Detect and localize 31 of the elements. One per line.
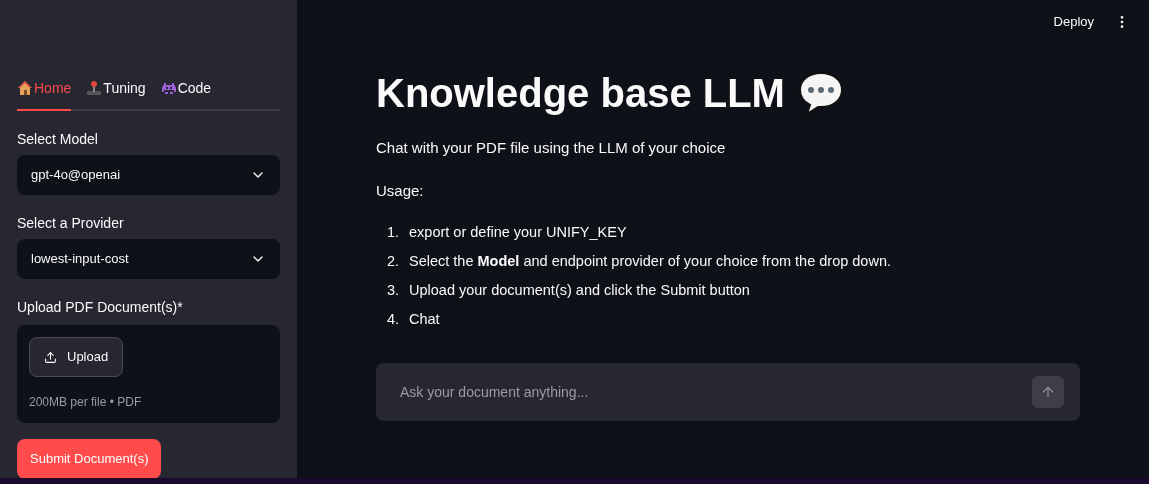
upload-button[interactable]: Upload [29,337,124,377]
house-icon [17,80,33,96]
step-text: export or define your UNIFY_KEY [409,223,627,242]
model-label: Select Model [17,130,99,149]
speech-bubble-icon [796,71,845,115]
send-button[interactable] [1032,376,1064,408]
sidebar-tab[interactable]: Code [160,78,212,111]
step-text: Chat [409,310,440,329]
joystick-icon [86,80,103,96]
upload-hint: 200MB per file • PDF [29,394,142,411]
step-text: Upload your document(s) and click the Submit button [409,281,750,300]
alien-icon [160,80,177,96]
provider-dropdown[interactable]: lowest-input-cost [17,239,280,279]
provider-label: Select a Provider [17,214,125,233]
chat-input[interactable]: Ask your document anything... [400,382,1032,402]
sidebar-tab[interactable]: Tuning [86,78,146,111]
upload-icon [44,350,57,364]
upload-dropzone[interactable]: Upload 200MB per file • PDF [17,325,280,423]
step-number: 4. [385,310,399,329]
model-dropdown[interactable]: gpt-4o@openai [17,155,280,195]
step-number: 1. [385,223,399,242]
step-number: 2. [385,252,399,271]
step-text: Select the Model and endpoint provider of your choice from the drop down. [409,252,891,271]
page-title: Knowledge base LLM [376,73,785,113]
intro-text: Chat with your PDF file using the LLM of your choice [376,138,727,158]
step-number: 3. [385,281,399,300]
usage-heading: Usage: [376,180,425,201]
upload-label: Upload PDF Document(s)* [17,298,184,317]
deploy-button[interactable]: Deploy [1053,12,1094,32]
chat-input-bar[interactable]: Ask your document anything... [376,363,1080,421]
sidebar-tab[interactable]: Home [17,78,72,111]
